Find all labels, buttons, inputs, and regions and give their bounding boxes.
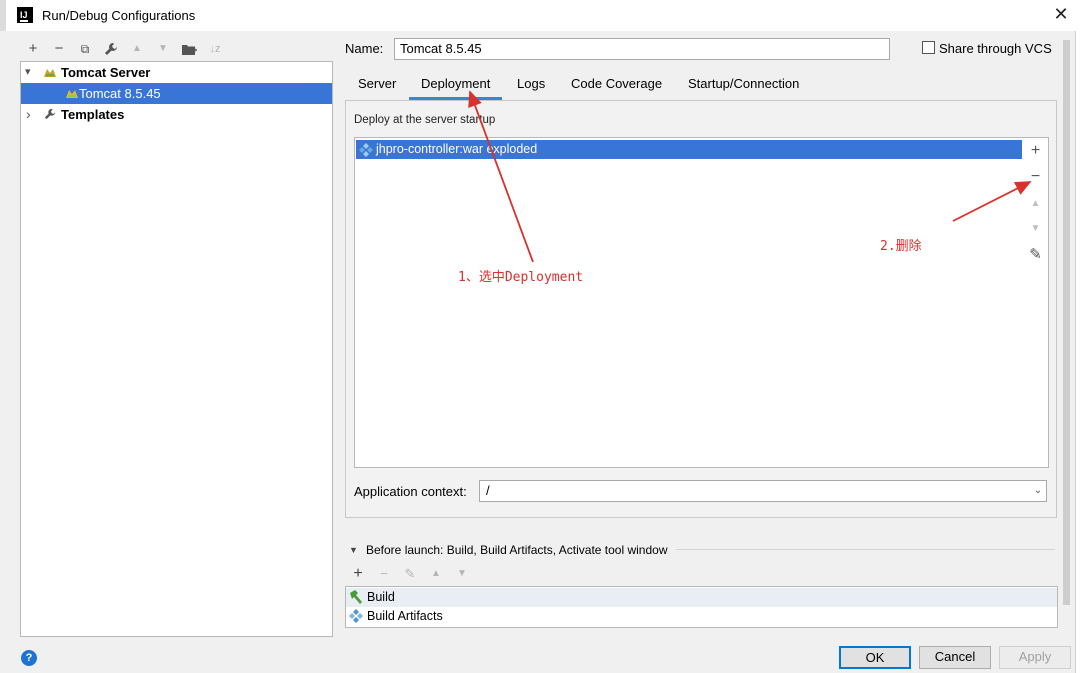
- annotation-step2: 2.删除: [880, 239, 922, 254]
- annotation-step1: 1、选中Deployment: [458, 270, 584, 285]
- annotation-arrows: [468, 90, 1032, 263]
- annotation-arrow-1: [468, 90, 534, 263]
- annotation-arrow-2: [952, 181, 1032, 222]
